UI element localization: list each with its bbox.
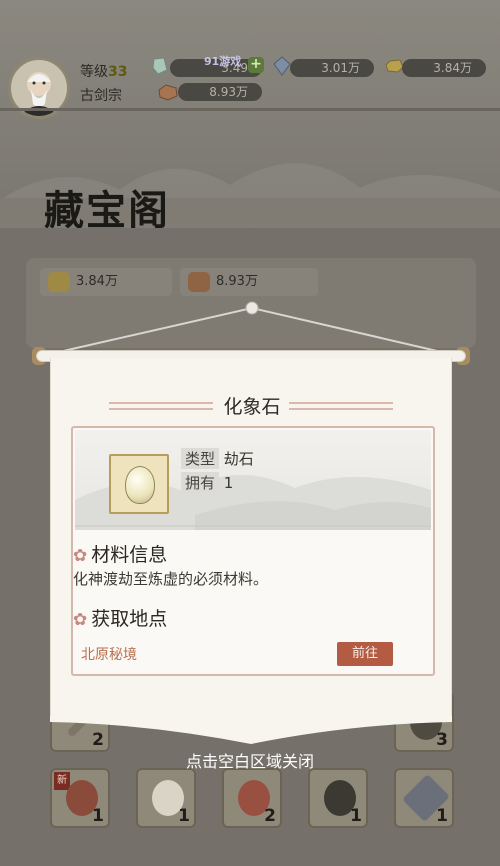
title-ornament-right [289,402,393,410]
copper-counter: 8.93万 [178,83,262,101]
jade-icon [152,57,168,75]
hanging-rope [49,301,451,355]
slot-count: 1 [178,806,190,826]
add-jade-button[interactable]: + [248,57,264,73]
scroll-bottom [50,716,452,744]
copper-chip: 8.93万 [180,268,318,296]
copper-chip-value: 8.93万 [216,274,258,289]
player-level: 等级33 [80,61,127,81]
copper-ore-icon [158,84,178,101]
player-sect: 古剑宗 [80,88,122,104]
gold-ingot-icon [385,59,404,73]
item-description: 化神渡劫至炼虚的必须材料。 [73,570,269,588]
gold-chip: 3.84万 [40,268,172,296]
inventory-slot[interactable]: 1 [308,768,368,828]
slot-count: 1 [436,806,448,826]
inventory-slot[interactable]: 1 [136,768,196,828]
status-bar: 等级33 古剑宗 3.49 91游戏 + 3.01万 3.84万 8.93万 [0,0,500,119]
divider [0,108,500,111]
flower-icon: ✿ [73,546,88,566]
level-label: 等级 [80,64,108,80]
watermark-logo: 91游戏 [204,55,242,68]
stone-icon [125,466,155,504]
source-row: 北原秘境 前往 [73,640,413,668]
gold-counter: 3.84万 [402,59,486,77]
crystal-counter: 3.01万 [290,59,374,77]
type-value: 劫石 [223,450,254,468]
owned-label: 拥有 [181,472,220,493]
source-title: 获取地点 [91,608,168,630]
source-location: 北原秘境 [81,647,137,663]
close-hint[interactable]: 点击空白区域关闭 [0,748,500,772]
goto-button[interactable]: 前往 [337,642,393,666]
item-icon-frame [109,454,169,514]
owned-value: 1 [223,474,234,492]
info-section-title: ✿ 材料信息 [73,540,167,567]
slot-count: 1 [92,806,104,826]
type-row: 类型 劫石 [181,448,254,469]
slot-count: 2 [264,806,276,826]
level-value: 33 [108,64,128,80]
flower-icon: ✿ [73,610,88,630]
copper-ore-icon [188,272,210,292]
inventory-slot[interactable]: 新1 [50,768,110,828]
gold-chip-value: 3.84万 [76,274,118,289]
gold-ingot-icon [48,272,70,292]
crystal-icon [273,56,291,76]
type-label: 类型 [181,448,220,469]
source-section-title: ✿ 获取地点 [73,604,167,631]
item-header: 类型 劫石 拥有 1 [75,430,431,530]
inventory-slot[interactable]: 2 [222,768,282,828]
slot-count: 1 [350,806,362,826]
inventory-slot[interactable]: 1 [394,768,454,828]
owned-row: 拥有 1 [181,472,233,493]
item-detail-popup: 化象石 类型 劫石 拥有 1 ✿ 材料信息 化神渡劫至炼虚的必须材料。 ✿ 获取地点… [50,358,452,720]
info-title: 材料信息 [91,544,168,566]
